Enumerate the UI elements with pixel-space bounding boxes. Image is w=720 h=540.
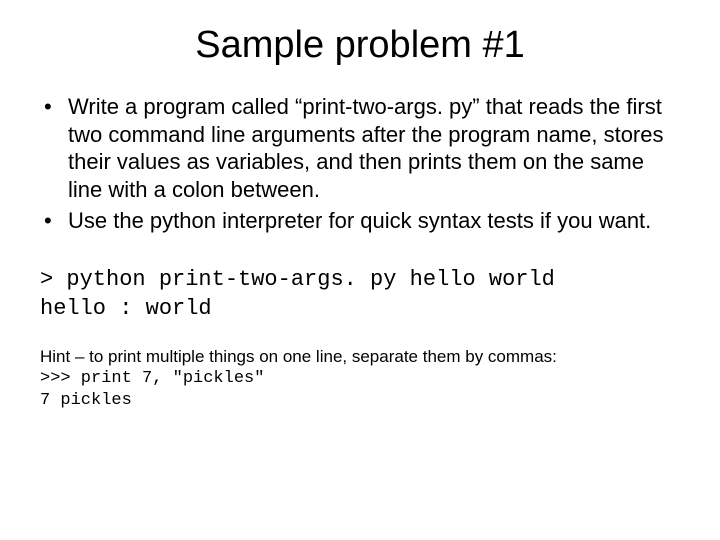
code-line: hello : world [40,296,212,321]
hint-code-line: 7 pickles [40,390,680,412]
slide: Sample problem #1 Write a program called… [0,0,720,412]
slide-title: Sample problem #1 [40,24,680,67]
hint-block: Hint – to print multiple things on one l… [40,346,680,412]
bullet-item: Write a program called “print-two-args. … [40,93,680,203]
hint-code-line: >>> print 7, "pickles" [40,368,680,390]
code-line: > python print-two-args. py hello world [40,267,555,292]
hint-text: Hint – to print multiple things on one l… [40,346,680,368]
bullet-item: Use the python interpreter for quick syn… [40,207,680,235]
bullet-list: Write a program called “print-two-args. … [40,93,680,235]
code-example: > python print-two-args. py hello world … [40,265,680,324]
